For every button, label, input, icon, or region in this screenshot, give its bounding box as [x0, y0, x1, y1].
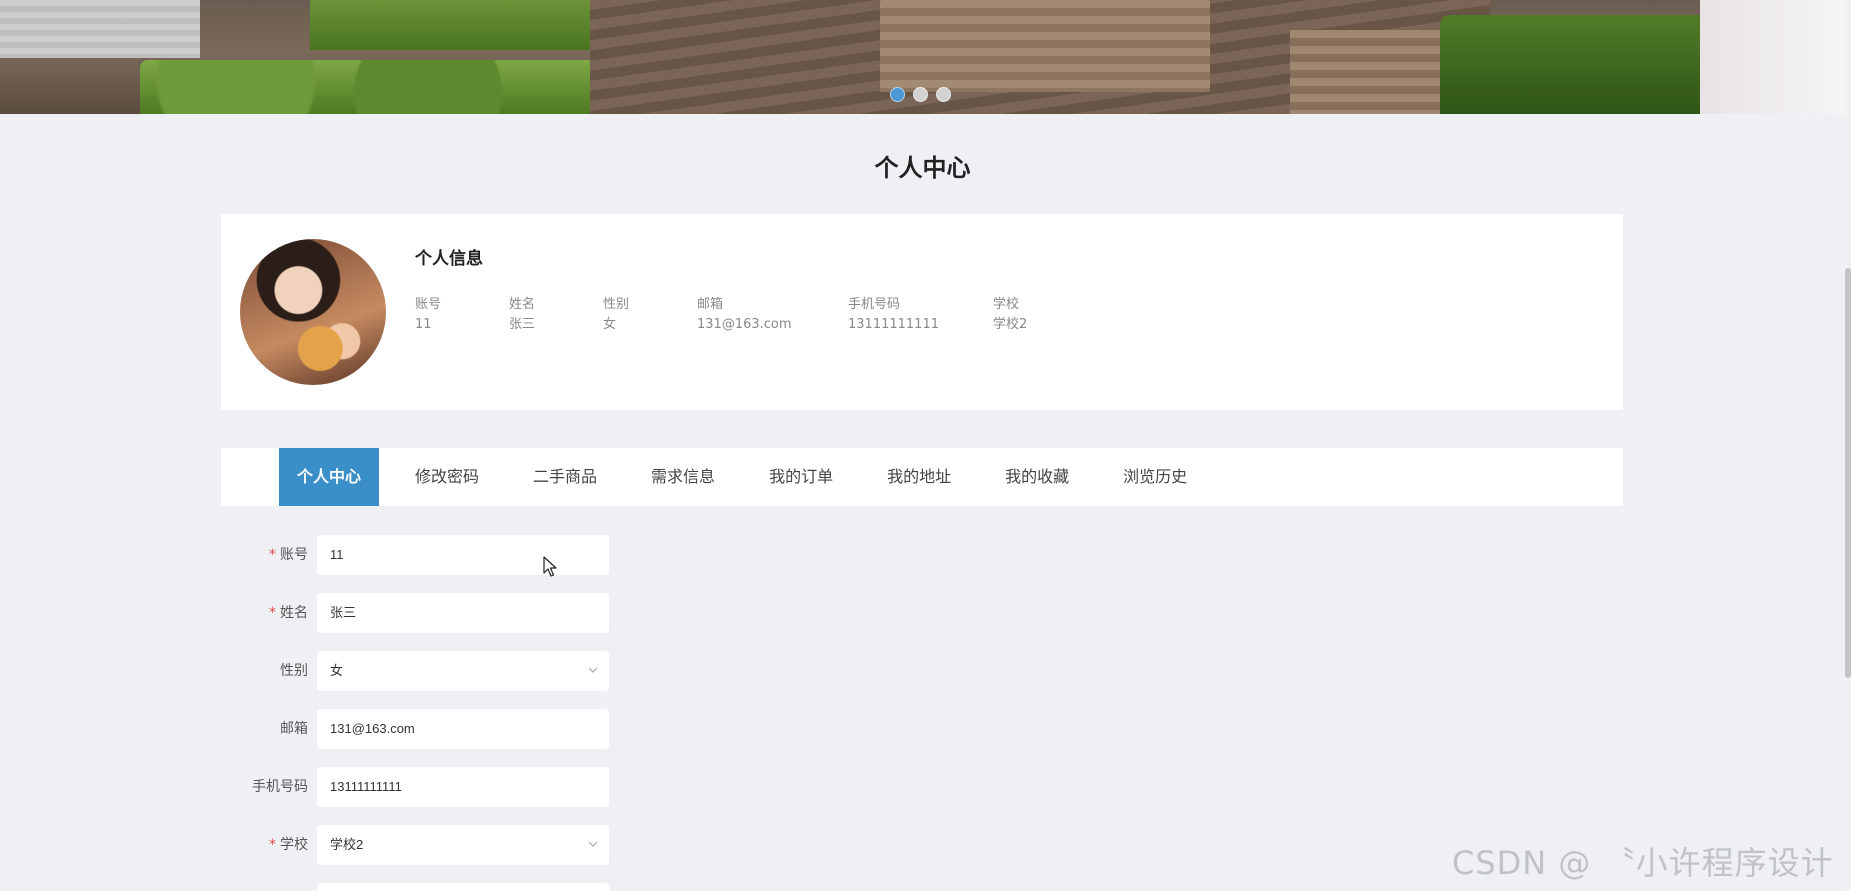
profile-info: 个人信息 账号 11 姓名 张三 性别 女 邮箱 131@163.com 手机号…	[415, 244, 1113, 335]
name-label-text: 姓名	[280, 605, 308, 621]
required-mark: *	[269, 547, 276, 563]
banner-image-building	[0, 0, 200, 58]
required-mark: *	[269, 605, 276, 621]
gender-label: 性别	[280, 663, 308, 679]
tab-my-orders[interactable]: 我的订单	[751, 448, 851, 506]
required-mark: *	[269, 837, 276, 853]
profile-heading: 个人信息	[415, 249, 483, 269]
tab-personal-center[interactable]: 个人中心	[279, 448, 380, 506]
profile-card: 个人信息 账号 11 姓名 张三 性别 女 邮箱 131@163.com 手机号…	[221, 214, 1623, 410]
gender-select-value: 女	[330, 663, 344, 678]
watermark: CSDN @ 〝小许程序设计	[1452, 844, 1834, 882]
profile-info-grid: 账号 11 姓名 张三 性别 女 邮箱 131@163.com 手机号码 131…	[415, 295, 1113, 335]
tab-demand-info[interactable]: 需求信息	[633, 448, 733, 506]
mouse-cursor-icon	[543, 556, 557, 577]
tab-change-password[interactable]: 修改密码	[397, 448, 497, 506]
gender-select[interactable]: 女	[317, 651, 609, 691]
page-title: 个人中心	[874, 154, 971, 182]
banner-image-hedge	[310, 0, 610, 50]
school-select-value: 学校2	[330, 837, 364, 852]
profile-field-label: 性别	[603, 297, 630, 312]
account-label-text: 账号	[280, 547, 308, 563]
account-input[interactable]: 11	[317, 535, 609, 575]
email-label: 邮箱	[280, 721, 308, 737]
profile-field-value: 131@163.com	[697, 317, 792, 332]
carousel-dot[interactable]	[913, 87, 928, 102]
account-label: * 账号	[221, 535, 308, 575]
profile-field-label: 姓名	[509, 297, 536, 312]
profile-tabs: 个人中心 修改密码 二手商品 需求信息 我的订单 我的地址 我的收藏 浏览历史	[221, 448, 1623, 506]
phone-input[interactable]: 13111111111	[317, 767, 609, 807]
profile-field-name: 姓名 张三	[509, 295, 603, 335]
tab-my-favorites[interactable]: 我的收藏	[987, 448, 1087, 506]
banner-image-hedge	[140, 60, 620, 114]
profile-field-value: 张三	[509, 317, 536, 332]
profile-field-label: 账号	[415, 297, 442, 312]
carousel-dot[interactable]	[890, 87, 905, 102]
profile-field-phone: 手机号码 13111111111	[848, 295, 993, 335]
name-input[interactable]: 张三	[317, 593, 609, 633]
next-field[interactable]	[317, 883, 609, 891]
chevron-down-icon	[588, 841, 598, 847]
profile-field-label: 学校	[993, 297, 1020, 312]
tab-browse-history[interactable]: 浏览历史	[1105, 448, 1205, 506]
school-label-text: 学校	[280, 837, 308, 853]
carousel-indicators	[890, 87, 951, 102]
chevron-down-icon	[588, 667, 598, 673]
avatar	[240, 239, 386, 385]
banner-image-hedge	[1440, 15, 1740, 114]
phone-label: 手机号码	[252, 779, 308, 795]
carousel-dot[interactable]	[936, 87, 951, 102]
profile-field-label: 手机号码	[848, 297, 901, 312]
banner-image-wall	[1700, 0, 1845, 114]
tab-second-hand-goods[interactable]: 二手商品	[515, 448, 615, 506]
scrollbar-thumb[interactable]	[1845, 268, 1851, 678]
profile-field-account: 账号 11	[415, 295, 509, 335]
profile-field-value: 学校2	[993, 317, 1028, 332]
name-label: * 姓名	[221, 593, 308, 633]
profile-field-gender: 性别 女	[603, 295, 697, 335]
profile-field-value: 13111111111	[848, 317, 939, 332]
banner-image-bench	[880, 0, 1210, 92]
school-label: * 学校	[221, 825, 308, 865]
profile-field-email: 邮箱 131@163.com	[697, 295, 848, 335]
email-input[interactable]: 131@163.com	[317, 709, 609, 749]
hero-banner[interactable]	[0, 0, 1845, 114]
profile-field-school: 学校 学校2	[993, 295, 1113, 335]
school-select[interactable]: 学校2	[317, 825, 609, 865]
scrollbar[interactable]	[1845, 0, 1851, 891]
profile-field-value: 11	[415, 317, 432, 332]
profile-field-value: 女	[603, 317, 617, 332]
tab-my-address[interactable]: 我的地址	[869, 448, 969, 506]
profile-field-label: 邮箱	[697, 297, 724, 312]
